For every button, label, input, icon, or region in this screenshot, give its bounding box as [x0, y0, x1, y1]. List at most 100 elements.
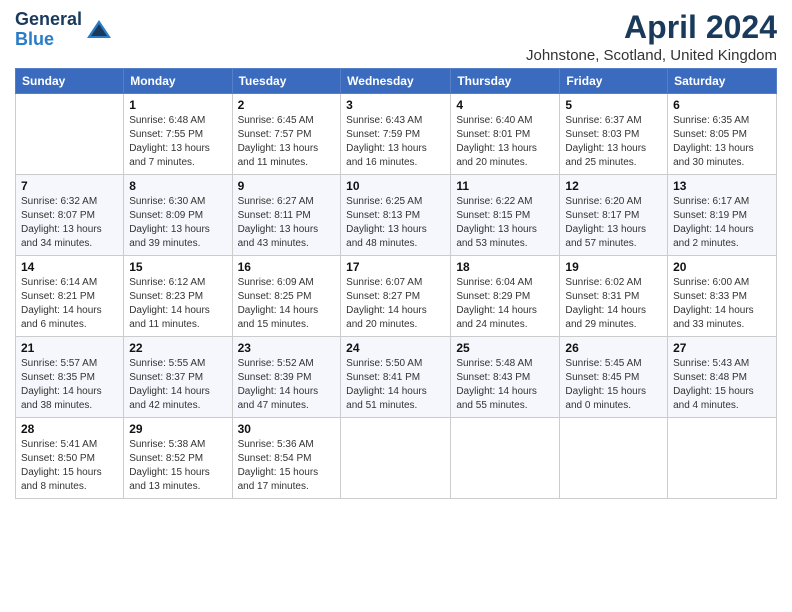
- day-info: Sunrise: 5:48 AMSunset: 8:43 PMDaylight:…: [456, 357, 554, 413]
- daylight-text: Daylight: 15 hours and 8 minutes.: [21, 466, 118, 494]
- calendar-cell: 21Sunrise: 5:57 AMSunset: 8:35 PMDayligh…: [16, 337, 124, 418]
- day-number: 10: [346, 179, 445, 193]
- calendar-cell: 4Sunrise: 6:40 AMSunset: 8:01 PMDaylight…: [451, 94, 560, 175]
- calendar-cell: 26Sunrise: 5:45 AMSunset: 8:45 PMDayligh…: [560, 337, 668, 418]
- calendar-cell: 2Sunrise: 6:45 AMSunset: 7:57 PMDaylight…: [232, 94, 341, 175]
- day-info: Sunrise: 6:48 AMSunset: 7:55 PMDaylight:…: [129, 114, 226, 170]
- day-number: 12: [565, 179, 662, 193]
- day-number: 6: [673, 98, 771, 112]
- day-info: Sunrise: 5:50 AMSunset: 8:41 PMDaylight:…: [346, 357, 445, 413]
- calendar-header-saturday: Saturday: [668, 69, 777, 94]
- sunrise-text: Sunrise: 6:22 AM: [456, 195, 554, 209]
- daylight-text: Daylight: 14 hours and 33 minutes.: [673, 304, 771, 332]
- calendar-header-tuesday: Tuesday: [232, 69, 341, 94]
- sunrise-text: Sunrise: 6:32 AM: [21, 195, 118, 209]
- sunrise-text: Sunrise: 6:02 AM: [565, 276, 662, 290]
- daylight-text: Daylight: 14 hours and 11 minutes.: [129, 304, 226, 332]
- calendar-cell: [451, 418, 560, 499]
- day-info: Sunrise: 6:20 AMSunset: 8:17 PMDaylight:…: [565, 195, 662, 251]
- calendar-cell: 24Sunrise: 5:50 AMSunset: 8:41 PMDayligh…: [341, 337, 451, 418]
- sunset-text: Sunset: 8:31 PM: [565, 290, 662, 304]
- sunrise-text: Sunrise: 5:55 AM: [129, 357, 226, 371]
- calendar-cell: 12 Sunrise: 6:20 AMSunset: 8:17 PMDayligh…: [560, 175, 668, 256]
- daylight-text: Daylight: 14 hours and 20 minutes.: [346, 304, 445, 332]
- calendar-cell: 19 Sunrise: 6:02 AMSunset: 8:31 PMDayligh…: [560, 256, 668, 337]
- daylight-text: Daylight: 14 hours and 29 minutes.: [565, 304, 662, 332]
- logo-icon: [85, 16, 113, 44]
- calendar-header-thursday: Thursday: [451, 69, 560, 94]
- sunset-text: Sunset: 8:11 PM: [238, 209, 336, 223]
- logo: GeneralBlue: [15, 10, 113, 50]
- calendar-cell: 15Sunrise: 6:12 AMSunset: 8:23 PMDayligh…: [124, 256, 232, 337]
- sunset-text: Sunset: 8:29 PM: [456, 290, 554, 304]
- calendar-cell: 9Sunrise: 6:27 AMSunset: 8:11 PMDaylight…: [232, 175, 341, 256]
- daylight-text: Daylight: 14 hours and 42 minutes.: [129, 385, 226, 413]
- daylight-text: Daylight: 13 hours and 57 minutes.: [565, 223, 662, 251]
- sunrise-text: Sunrise: 5:38 AM: [129, 438, 226, 452]
- sunrise-text: Sunrise: 6:27 AM: [238, 195, 336, 209]
- day-number: 2: [238, 98, 336, 112]
- calendar-week-row: 28Sunrise: 5:41 AMSunset: 8:50 PMDayligh…: [16, 418, 777, 499]
- sunset-text: Sunset: 8:17 PM: [565, 209, 662, 223]
- daylight-text: Daylight: 13 hours and 20 minutes.: [456, 142, 554, 170]
- sunrise-text: Sunrise: 6:35 AM: [673, 114, 771, 128]
- sunrise-text: Sunrise: 5:50 AM: [346, 357, 445, 371]
- calendar-cell: 29Sunrise: 5:38 AMSunset: 8:52 PMDayligh…: [124, 418, 232, 499]
- day-info: Sunrise: 5:45 AMSunset: 8:45 PMDaylight:…: [565, 357, 662, 413]
- calendar-cell: [341, 418, 451, 499]
- sunrise-text: Sunrise: 6:45 AM: [238, 114, 336, 128]
- daylight-text: Daylight: 14 hours and 2 minutes.: [673, 223, 771, 251]
- sunrise-text: Sunrise: 5:45 AM: [565, 357, 662, 371]
- calendar-header-row: SundayMondayTuesdayWednesdayThursdayFrid…: [16, 69, 777, 94]
- day-info: Sunrise: 6:30 AMSunset: 8:09 PMDaylight:…: [129, 195, 226, 251]
- calendar-cell: 7Sunrise: 6:32 AMSunset: 8:07 PMDaylight…: [16, 175, 124, 256]
- calendar-cell: 3Sunrise: 6:43 AMSunset: 7:59 PMDaylight…: [341, 94, 451, 175]
- page: GeneralBlue April 2024 Johnstone, Scotla…: [0, 0, 792, 612]
- daylight-text: Daylight: 13 hours and 48 minutes.: [346, 223, 445, 251]
- sunset-text: Sunset: 8:01 PM: [456, 128, 554, 142]
- sunset-text: Sunset: 7:59 PM: [346, 128, 445, 142]
- sunrise-text: Sunrise: 6:14 AM: [21, 276, 118, 290]
- day-number: 20: [673, 260, 771, 274]
- sunrise-text: Sunrise: 6:43 AM: [346, 114, 445, 128]
- day-number: 21: [21, 341, 118, 355]
- sunrise-text: Sunrise: 6:37 AM: [565, 114, 662, 128]
- day-info: Sunrise: 6:17 AMSunset: 8:19 PMDaylight:…: [673, 195, 771, 251]
- day-number: 19: [565, 260, 662, 274]
- calendar-cell: 18Sunrise: 6:04 AMSunset: 8:29 PMDayligh…: [451, 256, 560, 337]
- calendar-cell: 8Sunrise: 6:30 AMSunset: 8:09 PMDaylight…: [124, 175, 232, 256]
- calendar-cell: 10 Sunrise: 6:25 AMSunset: 8:13 PMDayligh…: [341, 175, 451, 256]
- day-number: 18: [456, 260, 554, 274]
- sunset-text: Sunset: 8:35 PM: [21, 371, 118, 385]
- calendar-cell: 13Sunrise: 6:17 AMSunset: 8:19 PMDayligh…: [668, 175, 777, 256]
- day-number: 29: [129, 422, 226, 436]
- sunrise-text: Sunrise: 6:48 AM: [129, 114, 226, 128]
- calendar-week-row: 21Sunrise: 5:57 AMSunset: 8:35 PMDayligh…: [16, 337, 777, 418]
- subtitle: Johnstone, Scotland, United Kingdom: [526, 47, 777, 64]
- calendar-header-sunday: Sunday: [16, 69, 124, 94]
- sunset-text: Sunset: 8:19 PM: [673, 209, 771, 223]
- calendar-cell: 11Sunrise: 6:22 AMSunset: 8:15 PMDayligh…: [451, 175, 560, 256]
- daylight-text: Daylight: 13 hours and 34 minutes.: [21, 223, 118, 251]
- day-info: Sunrise: 6:43 AMSunset: 7:59 PMDaylight:…: [346, 114, 445, 170]
- daylight-text: Daylight: 13 hours and 43 minutes.: [238, 223, 336, 251]
- calendar-cell: 14Sunrise: 6:14 AMSunset: 8:21 PMDayligh…: [16, 256, 124, 337]
- day-info: Sunrise: 6:09 AMSunset: 8:25 PMDaylight:…: [238, 276, 336, 332]
- sunrise-text: Sunrise: 6:25 AM: [346, 195, 445, 209]
- sunset-text: Sunset: 8:54 PM: [238, 452, 336, 466]
- sunset-text: Sunset: 8:13 PM: [346, 209, 445, 223]
- calendar-cell: [16, 94, 124, 175]
- sunrise-text: Sunrise: 5:36 AM: [238, 438, 336, 452]
- calendar-cell: 6Sunrise: 6:35 AMSunset: 8:05 PMDaylight…: [668, 94, 777, 175]
- calendar-cell: 17 Sunrise: 6:07 AMSunset: 8:27 PMDayligh…: [341, 256, 451, 337]
- sunset-text: Sunset: 8:27 PM: [346, 290, 445, 304]
- daylight-text: Daylight: 13 hours and 39 minutes.: [129, 223, 226, 251]
- sunrise-text: Sunrise: 6:07 AM: [346, 276, 445, 290]
- day-number: 11: [456, 179, 554, 193]
- day-info: Sunrise: 5:43 AMSunset: 8:48 PMDaylight:…: [673, 357, 771, 413]
- day-info: Sunrise: 6:14 AMSunset: 8:21 PMDaylight:…: [21, 276, 118, 332]
- sunset-text: Sunset: 8:52 PM: [129, 452, 226, 466]
- sunrise-text: Sunrise: 6:20 AM: [565, 195, 662, 209]
- day-number: 17: [346, 260, 445, 274]
- day-info: Sunrise: 6:02 AMSunset: 8:31 PMDaylight:…: [565, 276, 662, 332]
